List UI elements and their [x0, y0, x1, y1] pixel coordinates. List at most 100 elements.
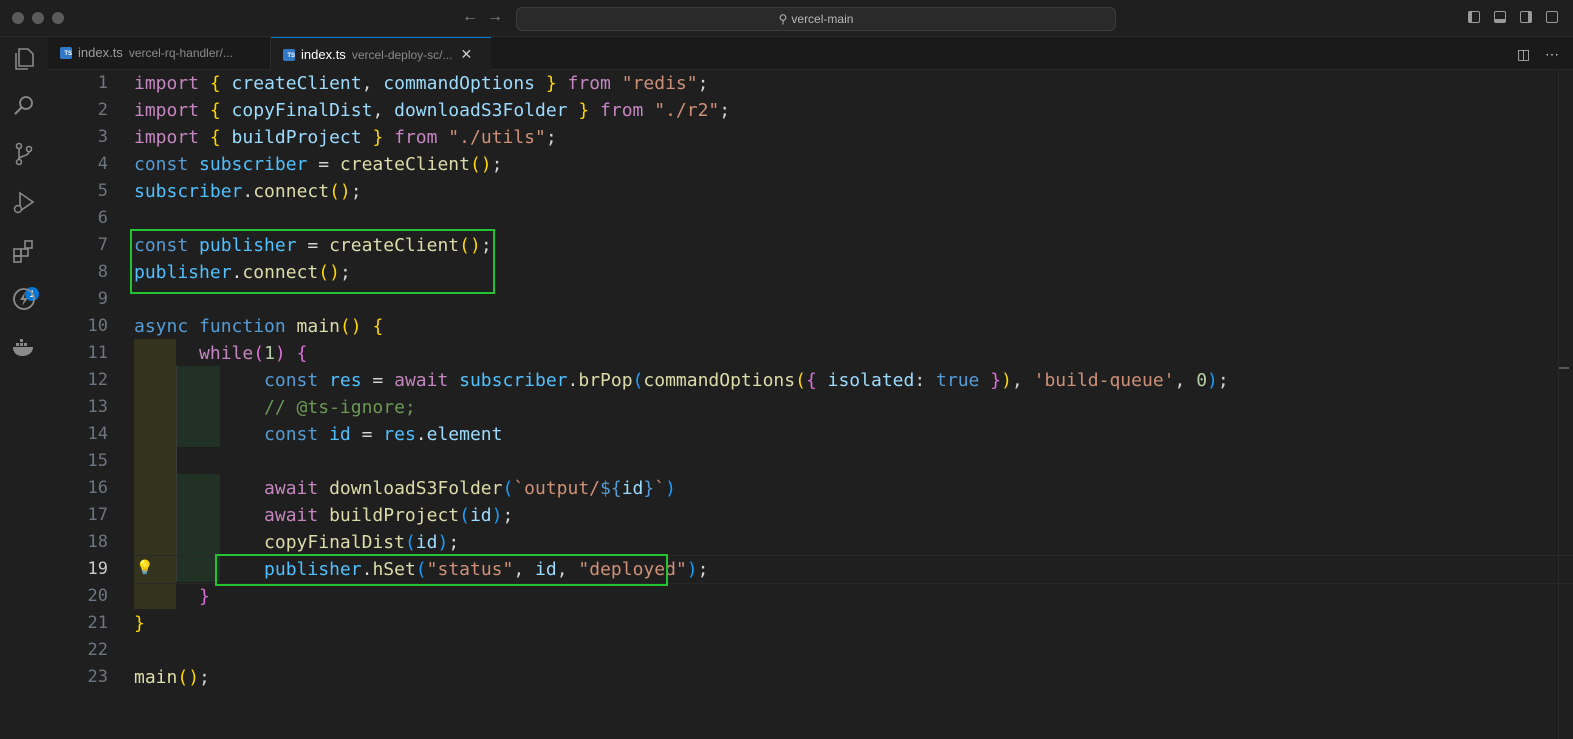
- code-token: isolated: [816, 370, 915, 391]
- code-text: subscriber.connect();: [134, 178, 362, 205]
- code-token: {: [372, 316, 384, 337]
- explorer-icon[interactable]: [10, 45, 38, 73]
- minimize-window-button[interactable]: [32, 12, 44, 24]
- editor-tab-bar: TS index.ts vercel-rq-handler/... TS index.…: [48, 37, 1573, 71]
- customize-layout-icon[interactable]: [1546, 11, 1558, 23]
- code-token: (): [339, 316, 362, 337]
- code-token: while: [199, 343, 254, 364]
- code-token: .: [567, 370, 579, 391]
- line-number: 22: [87, 640, 108, 660]
- code-token: `: [654, 478, 666, 499]
- code-token: }: [545, 73, 557, 94]
- code-token: "./utils": [437, 127, 546, 148]
- code-token: element: [426, 424, 503, 445]
- code-token: import: [134, 100, 200, 121]
- code-token: id: [318, 424, 351, 445]
- code-editor[interactable]: 1 import { createClient, commandOptions }…: [48, 70, 1573, 739]
- line-number: 3: [97, 127, 108, 147]
- docker-icon[interactable]: [10, 333, 38, 361]
- code-token: copyFinalDist: [264, 532, 405, 553]
- line-number: 14: [87, 424, 108, 444]
- line-number: 16: [87, 478, 108, 498]
- code-text: while(1) {: [134, 340, 307, 367]
- highlight-box-publisher-init: [130, 229, 495, 294]
- code-text: const subscriber = createClient();: [134, 151, 503, 178]
- toggle-secondary-sidebar-icon[interactable]: [1520, 11, 1532, 23]
- toggle-primary-sidebar-icon[interactable]: [1468, 11, 1480, 23]
- code-token: from: [556, 73, 611, 94]
- code-token: (: [632, 370, 644, 391]
- line-number: 4: [97, 154, 108, 174]
- line-number: 18: [87, 532, 108, 552]
- close-window-button[interactable]: [12, 12, 24, 24]
- code-token: ): [437, 532, 449, 553]
- more-actions-icon[interactable]: ⋯: [1545, 46, 1559, 63]
- code-token: }: [578, 100, 590, 121]
- code-token: ,: [372, 100, 395, 121]
- search-icon: ⚲: [778, 12, 788, 26]
- forward-button[interactable]: →: [487, 8, 503, 26]
- lightbulb-icon[interactable]: 💡: [136, 555, 153, 582]
- tab-index-rq-handler[interactable]: TS index.ts vercel-rq-handler/...: [48, 37, 271, 69]
- command-center-label: vercel-main: [791, 12, 854, 26]
- code-text: async function main() {: [134, 313, 383, 340]
- code-token: ,: [361, 73, 384, 94]
- code-token: }: [979, 370, 1002, 391]
- code-text: main();: [134, 664, 210, 691]
- code-text: copyFinalDist(id);: [134, 529, 459, 556]
- tab-label: index.ts: [301, 47, 346, 62]
- code-token: ;: [545, 127, 557, 148]
- code-token: res: [383, 424, 416, 445]
- code-token: import: [134, 127, 200, 148]
- code-text: const res = await subscriber.brPop(comma…: [134, 367, 1229, 394]
- code-text: await buildProject(id);: [134, 502, 513, 529]
- code-token: ;: [719, 100, 731, 121]
- code-token: from: [589, 100, 644, 121]
- code-token: await: [394, 370, 449, 391]
- code-token: brPop: [578, 370, 633, 391]
- code-token: ;: [350, 181, 362, 202]
- code-token: ): [274, 343, 286, 364]
- code-token: downloadS3Folder: [394, 100, 579, 121]
- vertical-scrollbar[interactable]: [1558, 70, 1573, 739]
- code-text: // @ts-ignore;: [134, 394, 416, 421]
- search-icon[interactable]: [10, 92, 38, 120]
- code-token: ;: [697, 559, 709, 580]
- code-token: (): [177, 667, 200, 688]
- code-token: async function: [134, 316, 286, 337]
- code-token: 0: [1196, 370, 1208, 391]
- code-token: ;: [199, 667, 210, 688]
- code-token: subscriber: [448, 370, 568, 391]
- toggle-panel-icon[interactable]: [1494, 11, 1506, 23]
- run-debug-icon[interactable]: [10, 189, 38, 217]
- zoom-window-button[interactable]: [52, 12, 64, 24]
- thunder-icon[interactable]: [10, 285, 38, 313]
- code-token: =: [350, 424, 384, 445]
- code-token: {: [209, 127, 221, 148]
- tab-index-deploy-sc[interactable]: TS index.ts vercel-deploy-sc/... ✕: [271, 37, 491, 71]
- tab-description: vercel-deploy-sc/...: [351, 48, 453, 62]
- code-token: ;: [697, 73, 709, 94]
- source-control-icon[interactable]: [10, 140, 38, 168]
- code-text: import { createClient, commandOptions } …: [134, 70, 708, 97]
- title-bar: ← → ⚲ vercel-main: [0, 0, 1573, 37]
- back-button[interactable]: ←: [462, 8, 478, 26]
- code-token: subscriber: [188, 154, 308, 175]
- code-token: main: [285, 316, 340, 337]
- line-number: 21: [87, 613, 108, 633]
- code-token: copyFinalDist: [220, 100, 373, 121]
- extensions-icon[interactable]: [10, 237, 38, 265]
- close-tab-icon[interactable]: ✕: [461, 46, 473, 62]
- command-center-search[interactable]: ⚲ vercel-main: [516, 7, 1116, 31]
- code-token: ;: [448, 532, 460, 553]
- split-editor-icon[interactable]: ◫: [1517, 46, 1530, 63]
- code-text: }: [134, 583, 210, 610]
